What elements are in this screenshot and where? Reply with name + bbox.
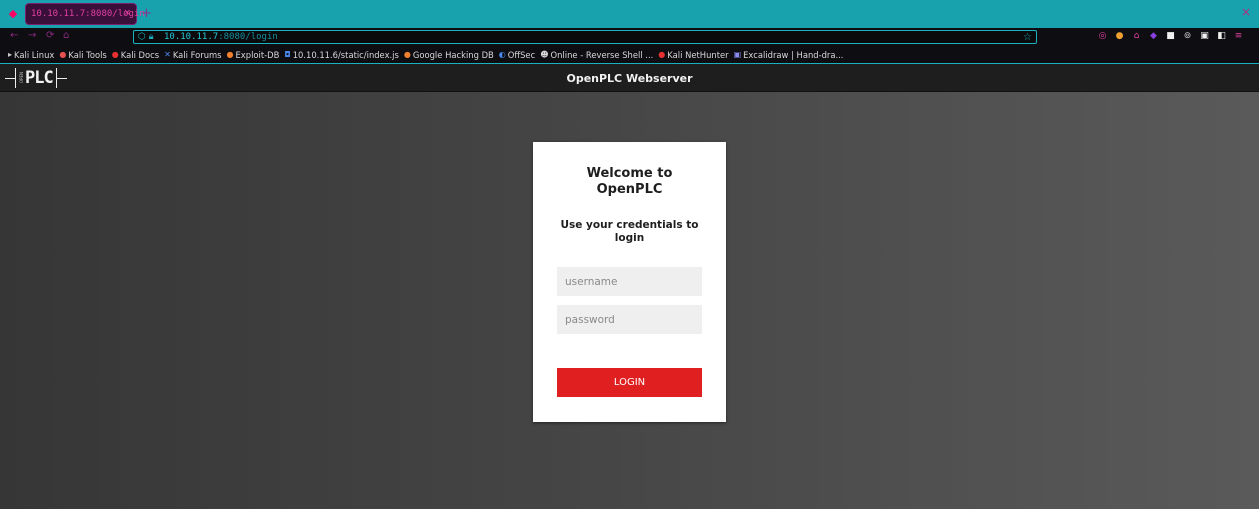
bookmark-label: Kali Linux [14, 49, 55, 60]
password-input[interactable] [557, 305, 702, 334]
bookmark-item[interactable]: ● Google Hacking DB [404, 50, 494, 60]
forward-button[interactable]: → [28, 30, 36, 41]
login-button[interactable]: LOGIN [557, 368, 702, 397]
extension-toolbar: ◎ ● ⌂ ◆ ■ ⊚ ▣ ◧ ≡ [1098, 31, 1243, 41]
tab-login[interactable]: 10.10.11.7:8080/login × [25, 3, 145, 25]
bookmark-icon: ● [226, 50, 234, 59]
bookmark-item[interactable]: ▣ Excalidraw | Hand-dra... [734, 50, 844, 60]
openplc-header: OPEN PLC OpenPLC Webserver [0, 64, 1259, 92]
bookmark-label: OffSec [507, 49, 536, 60]
bookmark-item[interactable]: ◘ 10.10.11.6/static/index.js [284, 50, 399, 60]
extension-icon[interactable]: ≡ [1234, 31, 1243, 41]
bookmark-item[interactable]: ● Kali Docs [112, 50, 159, 60]
tab-close-icon[interactable]: × [123, 8, 131, 18]
back-button[interactable]: ← [10, 30, 18, 41]
welcome-heading: Welcome to OpenPLC [586, 166, 673, 197]
bookmark-label: Kali Docs [120, 49, 160, 60]
bookmark-icon: ✕ [164, 50, 171, 59]
bookmark-item[interactable]: ● Kali Tools [59, 50, 106, 60]
bookmark-icon: ● [59, 50, 67, 59]
reload-button[interactable]: ⟳ [46, 30, 54, 41]
url-text[interactable]: 10.10.11.7:8080/login [164, 31, 278, 44]
bookmark-icon: ● [111, 50, 119, 59]
home-button[interactable]: ⌂ [63, 30, 69, 41]
login-card: Welcome to OpenPLC Use your credentials … [533, 142, 726, 422]
extension-icon[interactable]: ◆ [1149, 31, 1158, 41]
extension-icon[interactable]: ▣ [1200, 31, 1209, 41]
bookmark-item[interactable]: ◐ OffSec [499, 50, 535, 60]
bookmark-label: 10.10.11.6/static/index.js [292, 49, 399, 60]
bookmark-label: Kali NetHunter [667, 49, 729, 60]
site-security-icon[interactable]: ⬡ 🔒︎ [138, 31, 154, 44]
bookmark-star-icon[interactable]: ☆ [1023, 31, 1032, 44]
page-title: OpenPLC Webserver [566, 72, 693, 85]
extension-icon[interactable]: ⌂ [1132, 31, 1141, 41]
extension-icon[interactable]: ◎ [1098, 31, 1107, 41]
extension-icon[interactable]: ⊚ [1183, 31, 1192, 41]
bookmark-label: Kali Forums [172, 49, 222, 60]
bookmark-label: Excalidraw | Hand-dra... [743, 49, 844, 60]
browser-tab-bar: ◆ 10.10.11.7:8080/login × + × [0, 0, 1259, 28]
extension-icon[interactable]: ● [1115, 31, 1124, 41]
bookmark-label: Kali Tools [68, 49, 107, 60]
bookmark-label: Exploit-DB [235, 49, 280, 60]
credentials-subtitle: Use your credentials to login [560, 219, 699, 244]
bookmark-label: Online - Reverse Shell ... [550, 49, 654, 60]
browser-menu-icon[interactable]: ◆ [6, 7, 20, 21]
bookmarks-bar: ▸ Kali Linux ● Kali Tools ● Kali Docs ✕ Kali Fo… [0, 46, 1259, 64]
username-input[interactable] [557, 267, 702, 296]
page-content: OPEN PLC OpenPLC Webserver Welcome to Op… [0, 64, 1259, 509]
bookmark-icon: ☻ [540, 50, 549, 59]
bookmark-item[interactable]: ● Exploit-DB [227, 50, 280, 60]
bookmark-icon: ● [403, 50, 411, 59]
bookmark-icon: ▸ [8, 50, 13, 59]
url-bar[interactable]: ⬡ 🔒︎ 10.10.11.7:8080/login ☆ [133, 30, 1037, 44]
bookmark-label: Google Hacking DB [412, 49, 494, 60]
bookmark-item[interactable]: ✕ Kali Forums [164, 50, 221, 60]
bookmark-item[interactable]: ☻ Online - Reverse Shell ... [540, 50, 653, 60]
browser-nav-bar: ← → ⟳ ⌂ ⬡ 🔒︎ 10.10.11.7:8080/login ☆ ◎ ● ⌂… [0, 28, 1259, 46]
bookmark-item[interactable]: ▸ Kali Linux [8, 50, 54, 60]
bookmark-icon: ◘ [284, 50, 291, 59]
bookmark-icon: ● [658, 50, 666, 59]
bookmark-icon: ◐ [498, 50, 506, 59]
bookmark-icon: ▣ [733, 50, 742, 59]
extension-icon[interactable]: ■ [1166, 31, 1175, 41]
window-close-button[interactable]: × [1241, 5, 1251, 19]
bookmark-item[interactable]: ● Kali NetHunter [658, 50, 728, 60]
extension-icon[interactable]: ◧ [1217, 31, 1226, 41]
new-tab-button[interactable]: + [141, 6, 152, 21]
